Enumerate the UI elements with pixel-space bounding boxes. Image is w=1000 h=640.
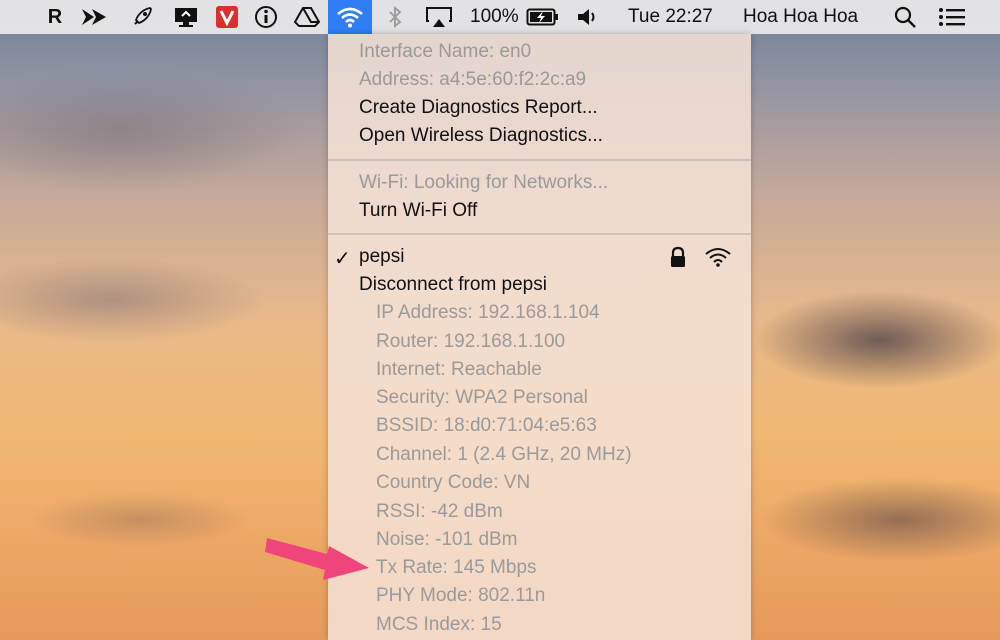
- router: Router: 192.168.1.100: [376, 331, 566, 352]
- lock-icon: [668, 246, 688, 276]
- display-sync-icon[interactable]: [171, 0, 201, 34]
- security: Security: WPA2 Personal: [376, 387, 588, 408]
- separator: [328, 159, 751, 161]
- bssid: BSSID: 18:d0:71:04:e5:63: [376, 415, 597, 436]
- user-name[interactable]: Hoa Hoa Hoa: [743, 0, 858, 34]
- menu-bar: R 100% Tue 22:27 Hoa Hoa Hoa: [0, 0, 1000, 34]
- pointer-arrow-annotation: [265, 538, 369, 580]
- spotlight-icon[interactable]: [890, 0, 920, 34]
- create-diagnostics-report-item[interactable]: Create Diagnostics Report...: [359, 97, 598, 119]
- clock[interactable]: Tue 22:27: [628, 0, 713, 34]
- wifi-menu: Interface Name: en0 Address: a4:5e:60:f2…: [328, 34, 751, 640]
- notification-center-icon[interactable]: [937, 0, 967, 34]
- ip-address: IP Address: 192.168.1.104: [376, 302, 600, 323]
- info-icon[interactable]: [251, 0, 281, 34]
- country-code: Country Code: VN: [376, 472, 531, 493]
- battery-percent[interactable]: 100%: [470, 0, 519, 34]
- rocket-icon[interactable]: [127, 0, 157, 34]
- internet-status: Internet: Reachable: [376, 359, 542, 380]
- mac-address: Address: a4:5e:60:f2:2c:a9: [359, 69, 587, 90]
- disconnect-item[interactable]: Disconnect from pepsi: [359, 274, 547, 296]
- bluetooth-icon[interactable]: [380, 0, 410, 34]
- checkmark-icon: ✓: [334, 248, 351, 270]
- volume-icon[interactable]: [573, 0, 603, 34]
- network-name: pepsi: [359, 246, 405, 267]
- wifi-status: Wi-Fi: Looking for Networks...: [359, 172, 609, 193]
- interface-name: Interface Name: en0: [359, 41, 532, 62]
- open-wireless-diagnostics-item[interactable]: Open Wireless Diagnostics...: [359, 125, 603, 147]
- turn-wifi-off-item[interactable]: Turn Wi-Fi Off: [359, 200, 477, 222]
- channel: Channel: 1 (2.4 GHz, 20 MHz): [376, 444, 632, 465]
- airplay-icon[interactable]: [424, 0, 454, 34]
- wifi-icon[interactable]: [328, 0, 372, 34]
- r-app-icon[interactable]: R: [40, 0, 70, 34]
- phy-mode: PHY Mode: 802.11n: [376, 585, 546, 606]
- rssi: RSSI: -42 dBm: [376, 501, 503, 522]
- tx-rate: Tx Rate: 145 Mbps: [376, 557, 537, 578]
- mcs-index: MCS Index: 15: [376, 614, 502, 635]
- separator: [328, 233, 751, 235]
- forward-icon[interactable]: [80, 0, 110, 34]
- vivaldi-icon[interactable]: [212, 0, 242, 34]
- battery-charging-icon[interactable]: [526, 0, 560, 34]
- noise: Noise: -101 dBm: [376, 529, 518, 550]
- google-drive-icon[interactable]: [292, 0, 322, 34]
- wifi-signal-icon: [704, 247, 732, 273]
